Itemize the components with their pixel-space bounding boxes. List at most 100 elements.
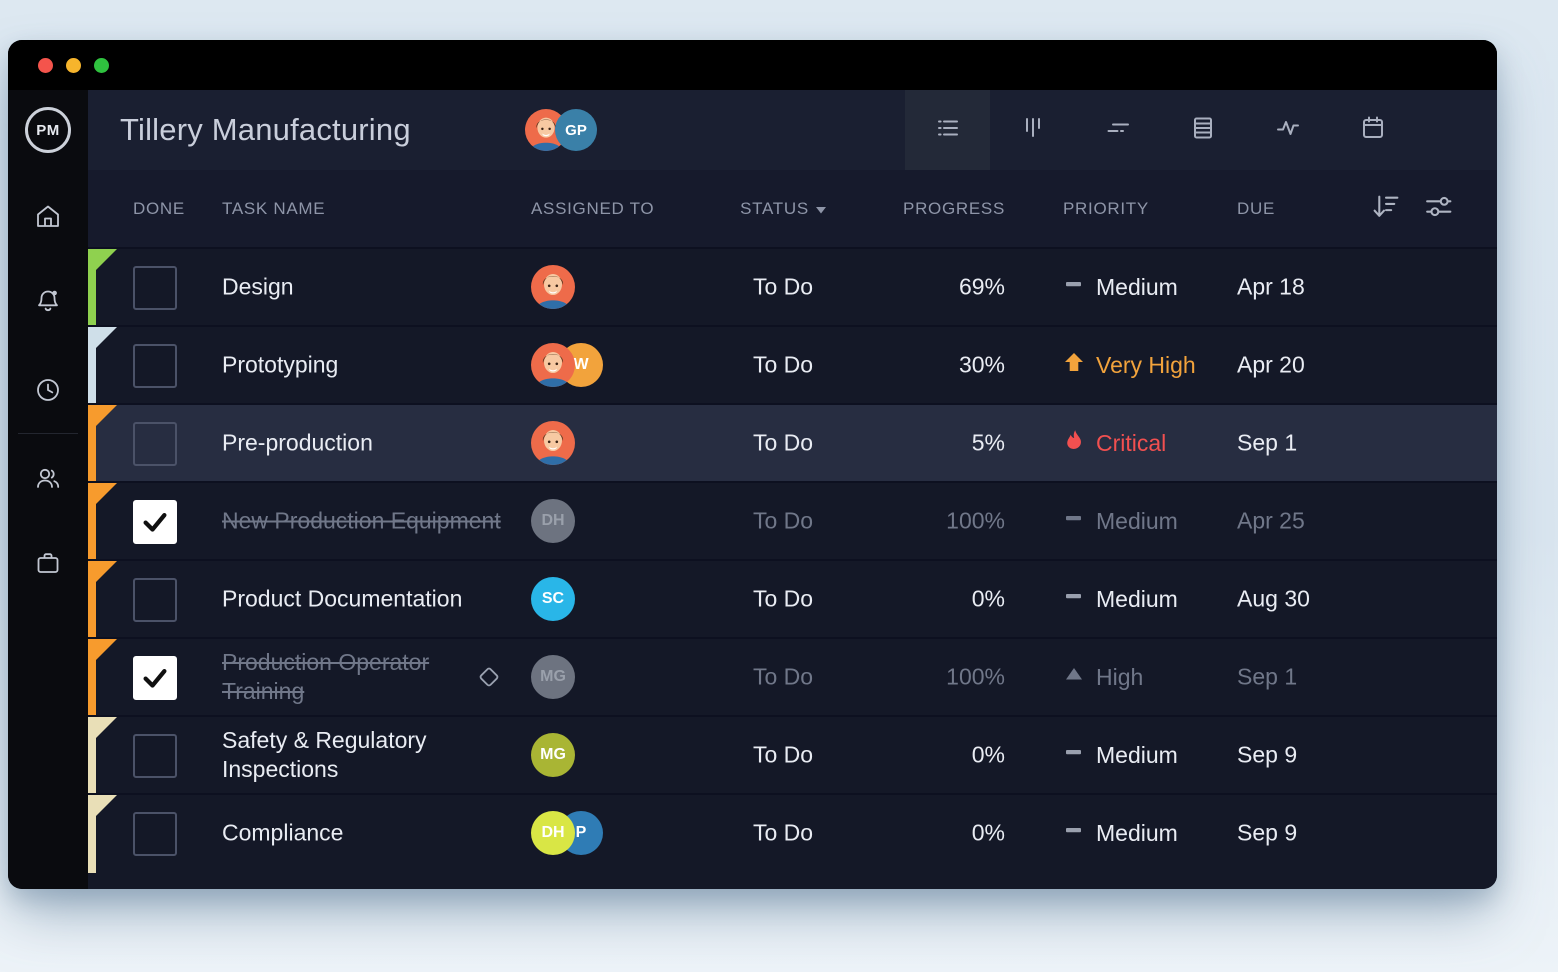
task-row[interactable]: Prototyping W To Do 30% Very High Apr 20 bbox=[88, 325, 1497, 405]
task-name[interactable]: Prototyping bbox=[222, 351, 507, 380]
assigned-avatars[interactable]: DH bbox=[531, 499, 681, 543]
status-value[interactable]: To Do bbox=[703, 664, 863, 691]
done-checkbox[interactable] bbox=[133, 656, 177, 700]
done-checkbox[interactable] bbox=[133, 812, 177, 856]
done-checkbox[interactable] bbox=[133, 266, 177, 310]
column-header-status-label: STATUS bbox=[740, 198, 809, 218]
progress-value[interactable]: 100% bbox=[848, 508, 1005, 535]
assigned-avatars[interactable]: MG bbox=[531, 733, 681, 777]
task-row[interactable]: Pre-production To Do 5% Critical Sep 1 bbox=[88, 403, 1497, 483]
column-header-priority[interactable]: PRIORITY bbox=[1063, 199, 1233, 219]
due-date[interactable]: Sep 1 bbox=[1237, 664, 1349, 691]
status-value[interactable]: To Do bbox=[703, 820, 863, 847]
column-header-task-name-label: TASK NAME bbox=[222, 198, 326, 218]
row-color-flag bbox=[88, 795, 118, 873]
due-date[interactable]: Apr 25 bbox=[1237, 508, 1349, 535]
column-header-progress[interactable]: PROGRESS bbox=[848, 199, 1005, 219]
row-color-flag bbox=[88, 639, 118, 717]
view-tab-list[interactable] bbox=[905, 90, 990, 170]
done-checkbox[interactable] bbox=[133, 344, 177, 388]
app-logo: PM bbox=[8, 90, 88, 170]
task-name[interactable]: Safety & Regulatory Inspections bbox=[222, 726, 507, 784]
progress-value[interactable]: 69% bbox=[848, 274, 1005, 301]
priority-value[interactable]: Medium bbox=[1063, 741, 1233, 769]
status-value[interactable]: To Do bbox=[703, 508, 863, 535]
task-row[interactable]: Production Operator Training MG To Do 100% H… bbox=[88, 637, 1497, 717]
priority-medium: Medium bbox=[1063, 585, 1233, 613]
status-value[interactable]: To Do bbox=[703, 274, 863, 301]
zoom-window-button[interactable] bbox=[94, 58, 109, 73]
view-tab-gantt[interactable] bbox=[1075, 90, 1160, 170]
status-value[interactable]: To Do bbox=[703, 586, 863, 613]
assigned-avatars[interactable]: W bbox=[531, 343, 681, 387]
due-date[interactable]: Sep 9 bbox=[1237, 820, 1349, 847]
sidebar-item-home[interactable] bbox=[34, 202, 62, 230]
column-header-due[interactable]: DUE bbox=[1237, 199, 1349, 219]
task-row[interactable]: Safety & Regulatory Inspections MG To Do 0%… bbox=[88, 715, 1497, 795]
status-value[interactable]: To Do bbox=[703, 430, 863, 457]
priority-value[interactable]: Very High bbox=[1063, 351, 1233, 379]
sort-descending-icon[interactable] bbox=[1370, 191, 1401, 227]
progress-value[interactable]: 30% bbox=[848, 352, 1005, 379]
task-name[interactable]: New Production Equipment bbox=[222, 507, 507, 536]
view-tab-activity[interactable] bbox=[1245, 90, 1330, 170]
avatar-initials: DH bbox=[541, 824, 565, 841]
row-color-flag bbox=[88, 327, 118, 405]
filter-sliders-icon[interactable] bbox=[1423, 191, 1454, 227]
done-checkbox[interactable] bbox=[133, 422, 177, 466]
priority-value[interactable]: Medium bbox=[1063, 273, 1233, 301]
priority-value[interactable]: Medium bbox=[1063, 819, 1233, 847]
view-tab-sheet[interactable] bbox=[1160, 90, 1245, 170]
row-color-flag bbox=[88, 717, 118, 795]
status-value[interactable]: To Do bbox=[703, 352, 863, 379]
assigned-avatars[interactable]: SC bbox=[531, 577, 681, 621]
sidebar-item-notifications[interactable] bbox=[34, 287, 62, 315]
progress-value[interactable]: 0% bbox=[848, 742, 1005, 769]
minimize-window-button[interactable] bbox=[66, 58, 81, 73]
column-header-status[interactable]: STATUS bbox=[703, 199, 863, 219]
column-header-done[interactable]: DONE bbox=[133, 199, 184, 219]
progress-value[interactable]: 100% bbox=[848, 664, 1005, 691]
status-value[interactable]: To Do bbox=[703, 742, 863, 769]
done-checkbox[interactable] bbox=[133, 500, 177, 544]
view-tab-kanban[interactable] bbox=[990, 90, 1075, 170]
task-row[interactable]: Compliance DH P To Do 0% Medium Sep 9 bbox=[88, 793, 1497, 873]
priority-value[interactable]: Critical bbox=[1063, 429, 1233, 457]
assigned-avatars[interactable]: DH P bbox=[531, 811, 681, 855]
avatar-initials: GP bbox=[565, 121, 587, 139]
task-name[interactable]: Compliance bbox=[222, 819, 507, 848]
progress-value[interactable]: 0% bbox=[848, 820, 1005, 847]
priority-value[interactable]: Medium bbox=[1063, 585, 1233, 613]
due-date[interactable]: Aug 30 bbox=[1237, 586, 1349, 613]
due-date[interactable]: Sep 1 bbox=[1237, 430, 1349, 457]
task-row[interactable]: Product Documentation SC To Do 0% Medium Aug … bbox=[88, 559, 1497, 639]
assigned-avatars[interactable] bbox=[531, 421, 681, 465]
view-tab-calendar[interactable] bbox=[1330, 90, 1415, 170]
due-date[interactable]: Apr 18 bbox=[1237, 274, 1349, 301]
task-name[interactable]: Product Documentation bbox=[222, 585, 507, 614]
column-header-task-name[interactable]: TASK NAME bbox=[222, 199, 507, 219]
task-name[interactable]: Design bbox=[222, 273, 507, 302]
task-row[interactable]: Design To Do 69% Medium Apr 18 bbox=[88, 247, 1497, 327]
done-checkbox[interactable] bbox=[133, 578, 177, 622]
sidebar-item-team[interactable] bbox=[34, 464, 62, 492]
task-name[interactable]: Production Operator Training bbox=[222, 648, 507, 706]
sidebar-item-portfolio[interactable] bbox=[34, 549, 62, 577]
priority-value[interactable]: High bbox=[1063, 663, 1233, 691]
done-checkbox[interactable] bbox=[133, 734, 177, 778]
assigned-avatars[interactable] bbox=[531, 265, 681, 309]
close-window-button[interactable] bbox=[38, 58, 53, 73]
due-date[interactable]: Sep 9 bbox=[1237, 742, 1349, 769]
progress-value[interactable]: 5% bbox=[848, 430, 1005, 457]
app-window: PM Tillery Manufacturing GP DONE TASK NAM… bbox=[8, 40, 1497, 889]
users-icon bbox=[34, 464, 62, 492]
priority-label: Medium bbox=[1096, 819, 1178, 846]
column-header-assigned-to[interactable]: ASSIGNED TO bbox=[531, 199, 681, 219]
assigned-avatars[interactable]: MG bbox=[531, 655, 681, 699]
sidebar-item-history[interactable] bbox=[34, 376, 62, 404]
task-name[interactable]: Pre-production bbox=[222, 429, 507, 458]
due-date[interactable]: Apr 20 bbox=[1237, 352, 1349, 379]
task-row[interactable]: New Production Equipment DH To Do 100% Mediu… bbox=[88, 481, 1497, 561]
progress-value[interactable]: 0% bbox=[848, 586, 1005, 613]
priority-value[interactable]: Medium bbox=[1063, 507, 1233, 535]
